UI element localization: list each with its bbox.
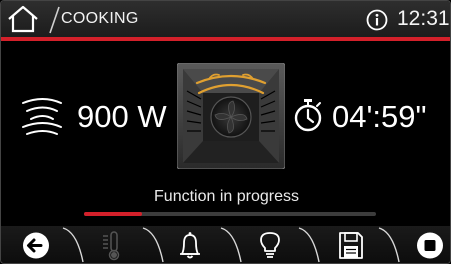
stop-icon[interactable] bbox=[413, 230, 447, 261]
footer-bar bbox=[1, 226, 450, 263]
lightbulb-icon[interactable] bbox=[253, 230, 287, 261]
thermometer-icon[interactable] bbox=[97, 230, 131, 261]
progress-bar bbox=[84, 212, 376, 216]
info-icon[interactable] bbox=[366, 9, 388, 31]
header-accent-line bbox=[1, 37, 450, 41]
page-title: COOKING bbox=[61, 10, 139, 27]
microwave-waves-icon bbox=[22, 98, 62, 135]
timer-value[interactable]: 04':59" bbox=[332, 99, 427, 135]
progress-fill bbox=[84, 212, 143, 216]
home-icon[interactable] bbox=[7, 5, 39, 33]
oven-fan-icon bbox=[177, 63, 285, 169]
header-bar: COOKING 12:31 bbox=[1, 1, 450, 37]
status-text: Function in progress bbox=[154, 188, 299, 205]
footer-dividers bbox=[62, 227, 400, 263]
power-value[interactable]: 900 W bbox=[77, 99, 167, 135]
back-button[interactable] bbox=[19, 230, 53, 261]
oven-screen: COOKING 12:31 900 W 04':59" Function in … bbox=[0, 0, 451, 264]
bell-icon[interactable] bbox=[173, 230, 207, 261]
stopwatch-icon bbox=[294, 99, 322, 132]
clock: 12:31 bbox=[397, 7, 450, 30]
floppy-disk-icon[interactable] bbox=[334, 230, 368, 261]
